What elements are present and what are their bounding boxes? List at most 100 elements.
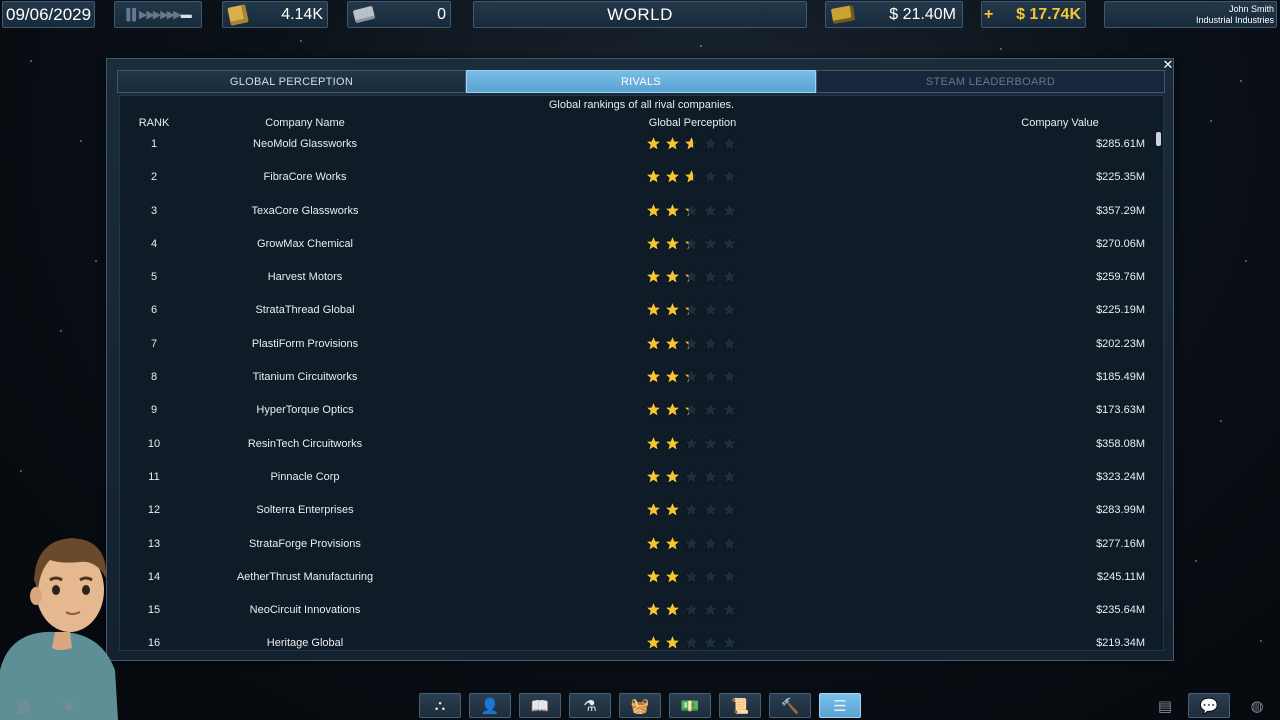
document-icon — [227, 3, 249, 26]
tab-steam-leaderboard[interactable]: STEAM LEADERBOARD — [816, 70, 1165, 93]
list-icon[interactable]: ☰ — [819, 693, 861, 718]
globe-icon[interactable]: ◍ — [1242, 693, 1272, 718]
company-value-cell: $225.35M — [1096, 171, 1145, 184]
star-icon — [664, 434, 681, 451]
star-icon — [664, 168, 681, 185]
date-text: 09/06/2029 — [6, 4, 92, 24]
table-row[interactable]: 6 StrataThread Global $225.19M — [120, 298, 1155, 331]
table-row[interactable]: 9 HyperTorque Optics $173.63M — [120, 398, 1155, 431]
company-value-cell: $277.16M — [1096, 537, 1145, 550]
table-row[interactable]: 12 Solterra Enterprises $283.99M — [120, 498, 1155, 531]
buildings-icon[interactable]: ▦ — [8, 693, 38, 718]
table-row[interactable]: 10 ResinTech Circuitworks $358.08M — [120, 432, 1155, 465]
table-row[interactable]: 8 Titanium Circuitworks $185.49M — [120, 365, 1155, 398]
star-icon — [702, 368, 719, 385]
plant-icon[interactable]: ❦ — [54, 693, 84, 718]
table-row[interactable]: 14 AetherThrust Manufacturing $245.11M — [120, 565, 1155, 598]
scrollbar-thumb[interactable] — [1156, 132, 1161, 146]
table-row[interactable]: 13 StrataForge Provisions $277.16M — [120, 532, 1155, 565]
star-icon — [721, 434, 738, 451]
chat-icon[interactable]: 💬 — [1188, 693, 1230, 718]
star-icon — [664, 268, 681, 285]
bottom-toolbar: ▦ ❦ ⛬ 👤 📖 ⚗ 🧺 💵 📜 🔨 ☰ ▤ 💬 ◍ — [0, 690, 1280, 720]
research-points-display[interactable]: 4.14K — [222, 1, 328, 28]
star-icon — [702, 334, 719, 351]
star-icon — [702, 467, 719, 485]
company-name-cell: Heritage Global — [266, 637, 344, 650]
star-icon — [683, 401, 700, 418]
star-icon — [645, 201, 662, 218]
star-icon — [664, 534, 681, 551]
table-row[interactable]: 4 GrowMax Chemical $270.06M — [120, 232, 1155, 265]
star-icon — [702, 268, 719, 285]
tab-rivals[interactable]: RIVALS — [466, 70, 816, 93]
perception-stars — [645, 434, 738, 452]
star-icon — [683, 334, 700, 351]
table-row[interactable]: 7 PlastiForm Provisions $202.23M — [120, 332, 1155, 365]
company-name: Industrial Industries — [1195, 14, 1274, 25]
table-row[interactable]: 3 TexaCore Glassworks $357.29M — [120, 199, 1155, 232]
pause-icon[interactable]: ▌▌ — [126, 9, 140, 21]
company-name-cell: NeoCircuit Innovations — [249, 604, 361, 617]
star-icon — [721, 401, 738, 418]
money-icon[interactable]: 💵 — [669, 693, 711, 718]
rank-cell: 5 — [150, 271, 158, 284]
scroll-icon[interactable]: 📜 — [719, 693, 761, 718]
star-icon — [664, 334, 681, 351]
star-icon — [683, 534, 700, 551]
money-display[interactable]: $ 21.40M — [825, 1, 963, 28]
company-value-cell: $185.49M — [1096, 371, 1145, 384]
star-icon — [645, 467, 662, 485]
star-icon — [683, 567, 700, 585]
view-title-button[interactable]: WORLD — [473, 1, 807, 28]
star-icon — [645, 567, 662, 585]
star-icon — [721, 501, 738, 518]
company-name-cell: Pinnacle Corp — [270, 470, 340, 483]
fastest-icon[interactable]: ▶▶▶ — [160, 8, 181, 21]
star-icon — [664, 401, 681, 418]
fast-forward-icon[interactable]: ▶▶ — [146, 8, 161, 21]
star-icon — [683, 234, 700, 252]
star-icon — [645, 368, 662, 385]
org-chart-icon[interactable]: ⛬ — [419, 693, 461, 718]
table-scrollbar[interactable] — [1156, 132, 1162, 650]
flask-icon[interactable]: ⚗ — [569, 693, 611, 718]
money-value: $ 21.40M — [889, 5, 956, 23]
table-row[interactable]: 2 FibraCore Works $225.35M — [120, 165, 1155, 198]
star-icon — [645, 168, 662, 185]
income-display[interactable]: + $ 17.74K — [981, 1, 1086, 28]
star-icon — [664, 301, 681, 318]
book-icon[interactable]: 📖 — [519, 693, 561, 718]
rank-cell: 1 — [150, 138, 158, 150]
company-value-cell: $283.99M — [1096, 504, 1145, 517]
speed-controls[interactable]: ▌▌ ▶ ▶▶ ▶▶▶ ▬ — [114, 1, 202, 28]
play-icon[interactable]: ▶ — [139, 8, 148, 21]
company-value-cell: $219.34M — [1096, 637, 1145, 650]
user-name: John Smith — [1228, 3, 1274, 14]
add-user-icon[interactable]: 👤 — [469, 693, 511, 718]
view-title: WORLD — [607, 4, 673, 24]
table-row[interactable]: 11 Pinnacle Corp $323.24M — [120, 465, 1155, 498]
close-icon[interactable]: ✕ — [1162, 58, 1174, 71]
company-name-cell: NeoMold Glassworks — [253, 138, 357, 150]
tab-global-perception[interactable]: GLOBAL PERCEPTION — [117, 70, 466, 93]
star-icon — [721, 368, 738, 385]
star-icon — [645, 234, 662, 252]
table-row[interactable]: 15 NeoCircuit Innovations $235.64M — [120, 598, 1155, 631]
company-value-cell: $285.61M — [1096, 138, 1145, 150]
star-icon — [645, 434, 662, 451]
user-profile[interactable]: John Smith Industrial Industries — [1104, 1, 1277, 28]
cash-stack-display[interactable]: 0 — [347, 1, 451, 28]
star-icon — [702, 168, 719, 185]
hammer-icon[interactable]: 🔨 — [769, 693, 811, 718]
table-row[interactable]: 5 Harvest Motors $259.76M — [120, 265, 1155, 298]
star-icon — [645, 268, 662, 285]
table-row[interactable]: 16 Heritage Global $219.34M — [120, 631, 1155, 650]
company-value-cell: $358.08M — [1096, 437, 1145, 450]
basket-icon[interactable]: 🧺 — [619, 693, 661, 718]
star-icon — [645, 301, 662, 318]
table-row[interactable]: 1 NeoMold Glassworks $285.61M — [120, 132, 1155, 165]
company-name-cell: TexaCore Glassworks — [251, 204, 359, 217]
header-company-name: Company Name — [265, 117, 345, 129]
server-icon[interactable]: ▤ — [1150, 693, 1180, 718]
